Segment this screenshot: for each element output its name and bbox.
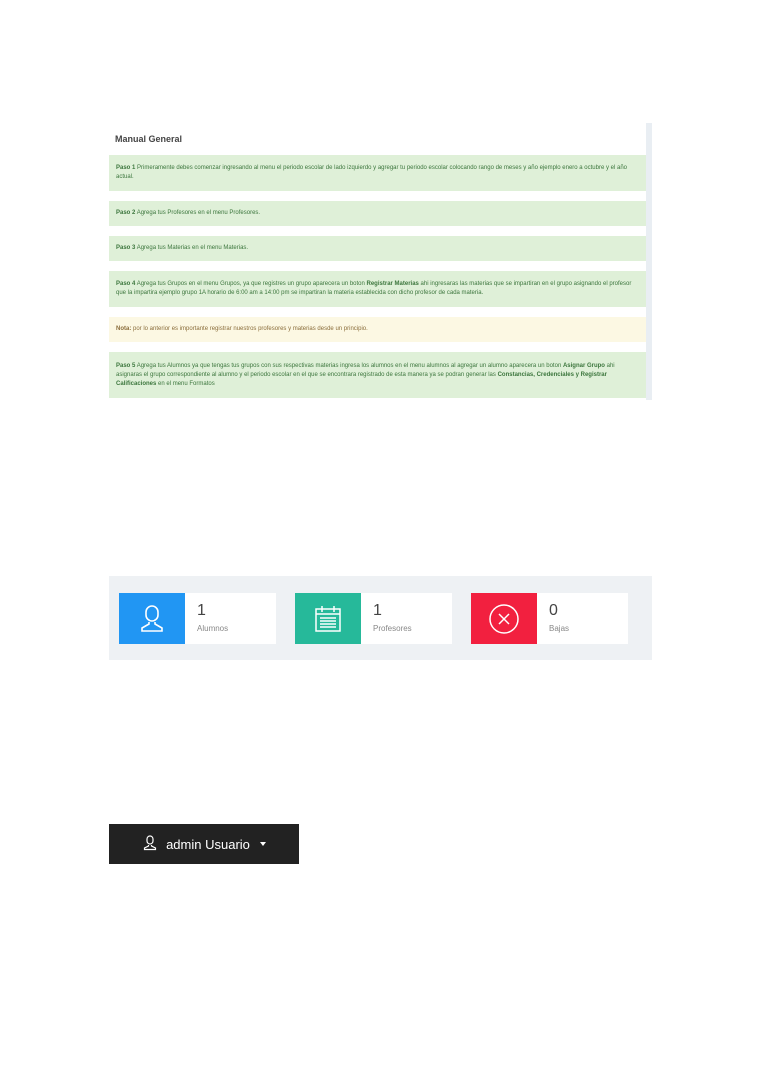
stat-label: Bajas — [549, 624, 570, 633]
user-menu-button[interactable]: admin Usuario — [109, 824, 299, 864]
chevron-down-icon — [259, 842, 266, 846]
step-text: Agrega tus Alumnos ya que tengas tus gru… — [135, 362, 563, 369]
step-2: Paso 2 Agrega tus Profesores en el menu … — [109, 201, 646, 226]
close-circle-icon — [471, 593, 537, 644]
step-bold: Registrar Materias — [366, 281, 419, 287]
stats-panel: 1 Alumnos 1 Profesores 0 Bajas — [109, 576, 652, 660]
step-label: Paso 4 — [116, 281, 136, 287]
stat-bajas[interactable]: 0 Bajas — [471, 593, 628, 644]
calendar-icon — [295, 593, 361, 644]
user-icon — [119, 593, 185, 644]
note-label: Nota: — [116, 326, 132, 332]
step-text: en el menu Formatos — [156, 380, 215, 387]
step-4: Paso 4 Agrega tus Grupos en el menu Grup… — [109, 271, 646, 307]
stat-profesores[interactable]: 1 Profesores — [295, 593, 452, 644]
stat-label: Alumnos — [197, 624, 229, 633]
step-label: Paso 1 — [116, 165, 136, 171]
user-menu-label: admin Usuario — [166, 836, 250, 852]
step-label: Paso 3 — [116, 245, 136, 251]
step-label: Paso 5 — [116, 362, 136, 369]
step-text: Agrega tus Profesores en el menu Profeso… — [135, 210, 261, 216]
manual-title: Manual General — [115, 134, 183, 144]
stat-label: Profesores — [373, 624, 412, 633]
note-text: por lo anterior es importante registrar … — [131, 326, 368, 332]
step-5: Paso 5 Agrega tus Alumnos ya que tengas … — [109, 352, 646, 398]
stat-value: 1 — [197, 602, 206, 619]
manual-panel: Manual General Paso 1 Primeramente debes… — [109, 123, 652, 400]
stat-value: 1 — [373, 602, 382, 619]
step-text: Primeramente debes comenzar ingresando a… — [116, 165, 627, 180]
step-bold: Asignar Grupo — [562, 362, 605, 369]
step-3: Paso 3 Agrega tus Materias en el menu Ma… — [109, 236, 646, 261]
step-1: Paso 1 Primeramente debes comenzar ingre… — [109, 155, 646, 191]
step-text: Agrega tus Materias en el menu Materias. — [135, 245, 249, 251]
user-icon — [142, 834, 158, 854]
note: Nota: por lo anterior es importante regi… — [109, 317, 646, 342]
stat-alumnos[interactable]: 1 Alumnos — [119, 593, 276, 644]
step-text: Agrega tus Grupos en el menu Grupos, ya … — [135, 281, 367, 287]
step-label: Paso 2 — [116, 210, 136, 216]
stat-value: 0 — [549, 602, 558, 619]
